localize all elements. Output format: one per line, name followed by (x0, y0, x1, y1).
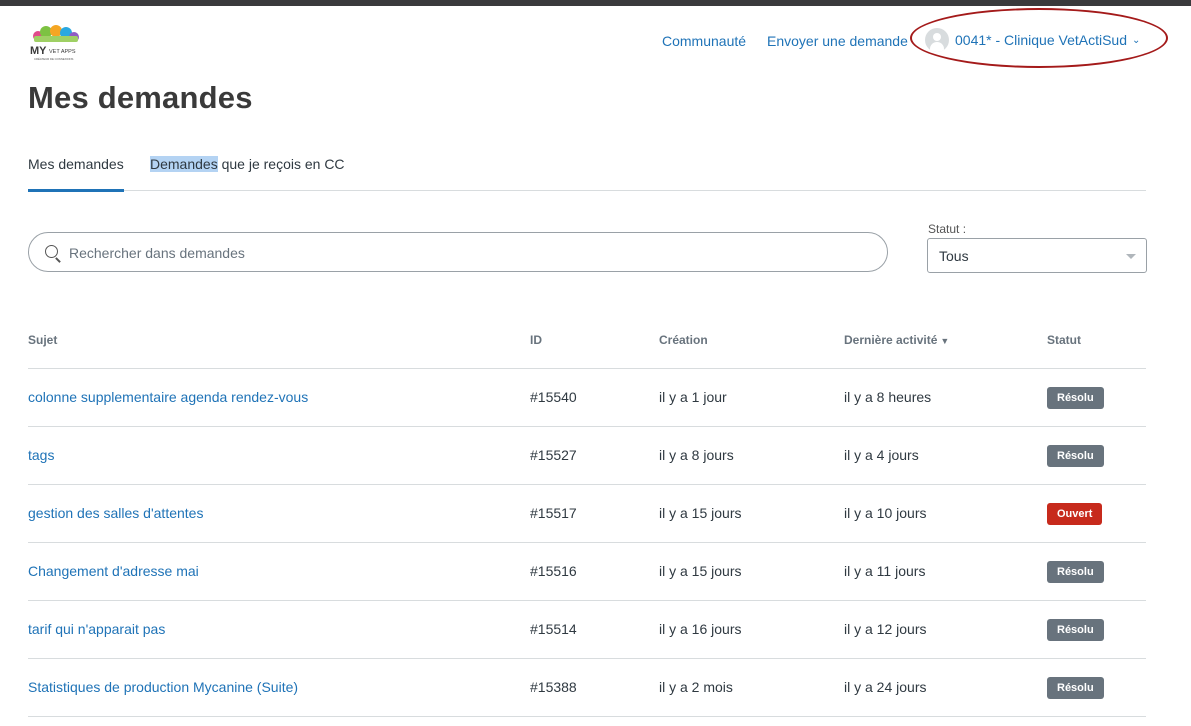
status-filter-value: Tous (939, 248, 969, 264)
request-created: il y a 15 jours (659, 505, 742, 521)
nav-send-request-link[interactable]: Envoyer une demande (767, 33, 908, 49)
status-badge: Résolu (1047, 561, 1104, 583)
request-created: il y a 8 jours (659, 447, 734, 463)
table-row: Changement d'adresse mai #15516 il y a 15 … (28, 543, 1146, 601)
request-id: #15540 (530, 389, 577, 405)
sort-desc-icon: ▼ (940, 336, 950, 346)
tab-cc-requests[interactable]: Demandes que je reçois en CC (150, 156, 345, 172)
table-header: Sujet ID Création Dernière activité ▼ Sta… (28, 320, 1146, 369)
user-avatar-icon (925, 28, 949, 52)
tab-my-requests[interactable]: Mes demandes (28, 156, 124, 192)
header-status[interactable]: Statut (1047, 333, 1081, 347)
header-id[interactable]: ID (530, 333, 542, 347)
nav-community-link[interactable]: Communauté (662, 33, 746, 49)
request-status-cell: Résolu (1047, 387, 1104, 409)
request-status-cell: Ouvert (1047, 503, 1103, 525)
request-last-activity: il y a 24 jours (844, 679, 927, 695)
request-id: #15514 (530, 621, 577, 637)
header-last-activity[interactable]: Dernière activité ▼ (844, 333, 949, 347)
table-row: colonne supplementaire agenda rendez-vou… (28, 369, 1146, 427)
table-row: tags #15527 il y a 8 jours il y a 4 jours Ré… (28, 427, 1146, 485)
status-badge: Résolu (1047, 677, 1104, 699)
table-row: gestion des salles d'attentes #15517 il y … (28, 485, 1146, 543)
request-last-activity: il y a 8 heures (844, 389, 932, 405)
header-last-activity-label: Dernière activité (844, 333, 938, 347)
request-created: il y a 16 jours (659, 621, 742, 637)
header-created[interactable]: Création (659, 333, 708, 347)
request-status-cell: Résolu (1047, 561, 1104, 583)
request-id: #15517 (530, 505, 577, 521)
request-last-activity: il y a 11 jours (844, 563, 926, 579)
status-filter-label: Statut : (928, 222, 967, 236)
status-badge: Résolu (1047, 619, 1104, 641)
request-last-activity: il y a 12 jours (844, 621, 927, 637)
chevron-down-icon: ⌄ (1132, 34, 1141, 46)
page-title: Mes demandes (28, 80, 253, 115)
table-row: tarif qui n'apparait pas #15514 il y a 16 … (28, 601, 1146, 659)
svg-text:MY: MY (30, 45, 47, 57)
request-created: il y a 1 jour (659, 389, 727, 405)
tabs: Mes demandes Demandes que je reçois en C… (28, 140, 1146, 192)
search-input[interactable] (67, 241, 871, 265)
caret-down-icon (1126, 254, 1136, 259)
search-box[interactable] (28, 232, 888, 272)
request-id: #15388 (530, 679, 577, 695)
request-subject-link[interactable]: gestion des salles d'attentes (28, 505, 203, 521)
header-subject[interactable]: Sujet (28, 333, 57, 347)
request-status-cell: Résolu (1047, 445, 1104, 467)
status-badge: Ouvert (1047, 503, 1103, 525)
request-last-activity: il y a 4 jours (844, 447, 919, 463)
status-badge: Résolu (1047, 445, 1104, 467)
request-status-cell: Résolu (1047, 677, 1104, 699)
request-created: il y a 15 jours (659, 563, 742, 579)
user-name: 0041* - Clinique VetActiSud (955, 32, 1127, 48)
request-id: #15527 (530, 447, 577, 463)
requests-table: Sujet ID Création Dernière activité ▼ Sta… (28, 320, 1146, 717)
request-id: #15516 (530, 563, 577, 579)
table-row: Statistiques de production Mycanine (Sui… (28, 659, 1146, 717)
top-bar (0, 0, 1191, 6)
search-icon (45, 245, 58, 258)
tab-cc-highlight: Demandes (150, 156, 218, 172)
svg-text:VET APPS: VET APPS (49, 49, 76, 55)
request-created: il y a 2 mois (659, 679, 733, 695)
request-subject-link[interactable]: colonne supplementaire agenda rendez-vou… (28, 389, 308, 405)
status-badge: Résolu (1047, 387, 1104, 409)
status-filter-select[interactable]: Tous (927, 238, 1147, 273)
request-subject-link[interactable]: Changement d'adresse mai (28, 563, 199, 579)
request-subject-link[interactable]: tarif qui n'apparait pas (28, 621, 165, 637)
logo[interactable]: MY VET APPS CRÉATEUR DE CONNEXIONS (28, 22, 84, 62)
request-subject-link[interactable]: tags (28, 447, 54, 463)
tab-cc-label-rest: que je reçois en CC (217, 156, 345, 172)
request-subject-link[interactable]: Statistiques de production Mycanine (Sui… (28, 679, 298, 695)
svg-text:CRÉATEUR DE CONNEXIONS: CRÉATEUR DE CONNEXIONS (34, 56, 74, 61)
request-status-cell: Résolu (1047, 619, 1104, 641)
request-last-activity: il y a 10 jours (844, 505, 927, 521)
user-menu[interactable]: 0041* - Clinique VetActiSud ⌄ (925, 28, 1140, 52)
